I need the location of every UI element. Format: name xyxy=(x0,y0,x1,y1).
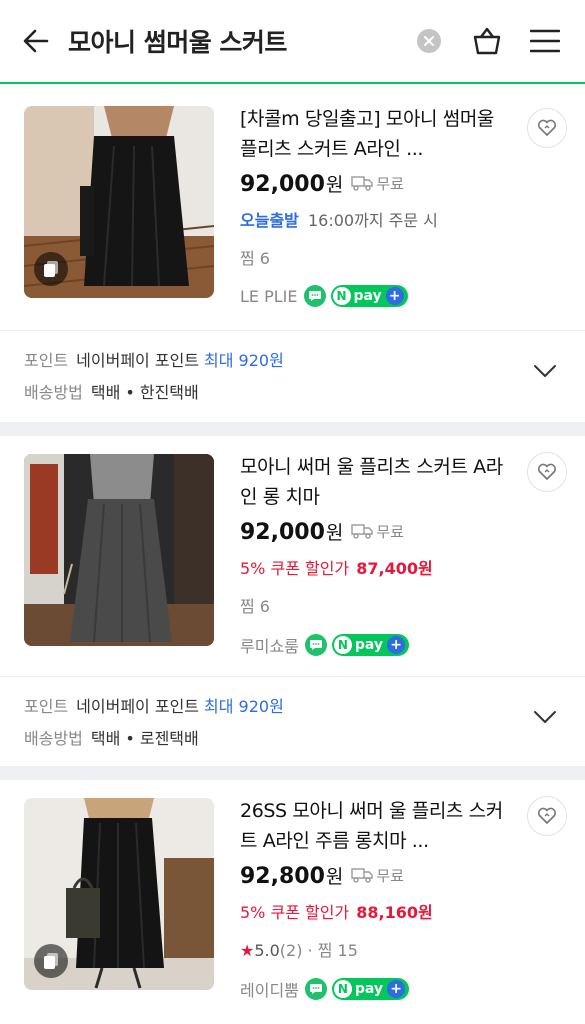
npay-n-icon: N xyxy=(333,980,352,998)
shipping-info: 무료 xyxy=(351,865,404,886)
currency-unit: 원 xyxy=(325,866,344,888)
seller-name[interactable]: LE PLIE xyxy=(240,287,298,306)
delivery-row: 배송방법 택배 • 한진택배 xyxy=(24,379,199,403)
product-card[interactable]: 26SS 모아니 써머 울 플리츠 스커트 A라인 주름 롱치마 ... 92,… xyxy=(0,780,585,1024)
zzim-count: · 찜 15 xyxy=(307,941,358,960)
product-title[interactable]: 26SS 모아니 써머 울 플리츠 스커트 A라인 주름 롱치마 ... xyxy=(240,796,513,856)
npay-plus-icon: + xyxy=(387,636,406,654)
product-image[interactable] xyxy=(24,798,214,990)
delivery-row: 배송방법 택배 • 로젠택배 xyxy=(24,725,199,749)
product-image[interactable] xyxy=(24,454,214,646)
today-dispatch-badge: 오늘출발 xyxy=(240,211,299,230)
point-max: 최대 920원 xyxy=(204,697,284,716)
review-count: (2) xyxy=(279,941,303,960)
back-arrow-icon[interactable] xyxy=(14,19,58,63)
search-header: 모아니 썸머울 스커트 xyxy=(0,0,585,84)
seller-name[interactable]: 레이디뿜 xyxy=(240,977,299,1001)
currency-unit: 원 xyxy=(325,174,344,196)
clear-search-icon[interactable] xyxy=(417,29,441,53)
zzim-heart-button[interactable] xyxy=(527,108,567,148)
delivery-carrier: • 한진택배 xyxy=(125,383,199,402)
npay-plus-icon: + xyxy=(387,980,406,998)
product-price: 92,000 xyxy=(240,172,325,197)
product-image[interactable] xyxy=(24,106,214,298)
zzim-heart-button[interactable] xyxy=(527,452,567,492)
multi-image-icon xyxy=(34,252,68,286)
npay-badge: N pay + xyxy=(331,978,410,1000)
shipping-info: 무료 xyxy=(351,173,404,194)
point-label: 포인트 xyxy=(24,697,69,716)
seller-name[interactable]: 루미쇼룸 xyxy=(240,633,299,657)
talktalk-icon[interactable] xyxy=(304,978,327,1000)
rating-value: 5.0 xyxy=(254,941,280,960)
delivery-value: 택배 xyxy=(90,729,121,748)
point-row: 포인트 네이버페이 포인트 최대 920원 xyxy=(24,347,284,371)
dispatch-deadline: 16:00까지 주문 시 xyxy=(307,211,438,230)
heart-icon xyxy=(537,463,557,480)
menu-icon[interactable] xyxy=(527,23,563,59)
npay-badge: N pay + xyxy=(331,634,410,656)
npay-label: pay xyxy=(354,637,384,653)
delivery-value: 택배 xyxy=(90,383,121,402)
point-label: 포인트 xyxy=(24,351,69,370)
heart-icon xyxy=(537,119,557,136)
talktalk-icon[interactable] xyxy=(303,285,326,307)
product-title[interactable]: [차콜m 당일출고] 모아니 썸머울 플리츠 스커트 A라인 ... xyxy=(240,104,513,164)
npay-label: pay xyxy=(353,288,382,304)
product-subinfo[interactable]: 포인트 네이버페이 포인트 최대 920원 배송방법 택배 • 로젠택배 xyxy=(0,676,585,766)
section-divider xyxy=(0,422,585,436)
heart-icon xyxy=(537,807,557,824)
coupon-label: 5% 쿠폰 할인가 xyxy=(240,903,350,922)
coupon-price: 87,400원 xyxy=(356,559,433,578)
delivery-label: 배송방법 xyxy=(24,729,83,748)
truck-icon xyxy=(351,868,374,883)
search-query[interactable]: 모아니 썸머울 스커트 xyxy=(68,23,417,59)
product-card[interactable]: 모아니 써머 울 플리츠 스커트 A라인 롱 치마 92,000 원 무료 5%… xyxy=(0,436,585,676)
chevron-down-icon[interactable] xyxy=(533,363,557,382)
truck-icon xyxy=(351,176,374,191)
npay-n-icon: N xyxy=(332,287,351,305)
multi-image-icon xyxy=(34,944,68,978)
product-price: 92,000 xyxy=(240,520,325,545)
shipping-text: 무료 xyxy=(376,174,404,193)
shipping-text: 무료 xyxy=(376,522,404,541)
delivery-carrier: • 로젠택배 xyxy=(125,729,199,748)
npay-badge: N pay + xyxy=(330,285,408,307)
chevron-down-icon[interactable] xyxy=(533,709,557,728)
section-divider xyxy=(0,766,585,780)
npay-label: pay xyxy=(354,981,384,997)
shipping-info: 무료 xyxy=(351,521,404,542)
product-price: 92,800 xyxy=(240,864,325,889)
point-value: 네이버페이 포인트 xyxy=(76,351,200,370)
zzim-count: 찜 6 xyxy=(240,249,270,268)
truck-icon xyxy=(351,524,374,539)
delivery-label: 배송방법 xyxy=(24,383,83,402)
zzim-heart-button[interactable] xyxy=(527,796,567,836)
star-icon: ★ xyxy=(240,941,255,960)
point-value: 네이버페이 포인트 xyxy=(76,697,200,716)
point-row: 포인트 네이버페이 포인트 최대 920원 xyxy=(24,693,284,717)
currency-unit: 원 xyxy=(325,522,344,544)
product-subinfo[interactable]: 포인트 네이버페이 포인트 최대 920원 배송방법 택배 • 한진택배 xyxy=(0,330,585,422)
npay-n-icon: N xyxy=(333,636,352,654)
product-card[interactable]: [차콜m 당일출고] 모아니 썸머울 플리츠 스커트 A라인 ... 92,00… xyxy=(0,84,585,330)
coupon-label: 5% 쿠폰 할인가 xyxy=(240,559,350,578)
product-title[interactable]: 모아니 써머 울 플리츠 스커트 A라인 롱 치마 xyxy=(240,452,513,512)
shopping-bag-icon[interactable] xyxy=(469,23,505,59)
coupon-price: 88,160원 xyxy=(356,903,433,922)
zzim-count: 찜 6 xyxy=(240,597,270,616)
shipping-text: 무료 xyxy=(376,866,404,885)
npay-plus-icon: + xyxy=(385,287,404,305)
rating-row: ★5.0(2) · 찜 15 xyxy=(240,937,513,961)
point-max: 최대 920원 xyxy=(204,351,284,370)
talktalk-icon[interactable] xyxy=(304,634,327,656)
